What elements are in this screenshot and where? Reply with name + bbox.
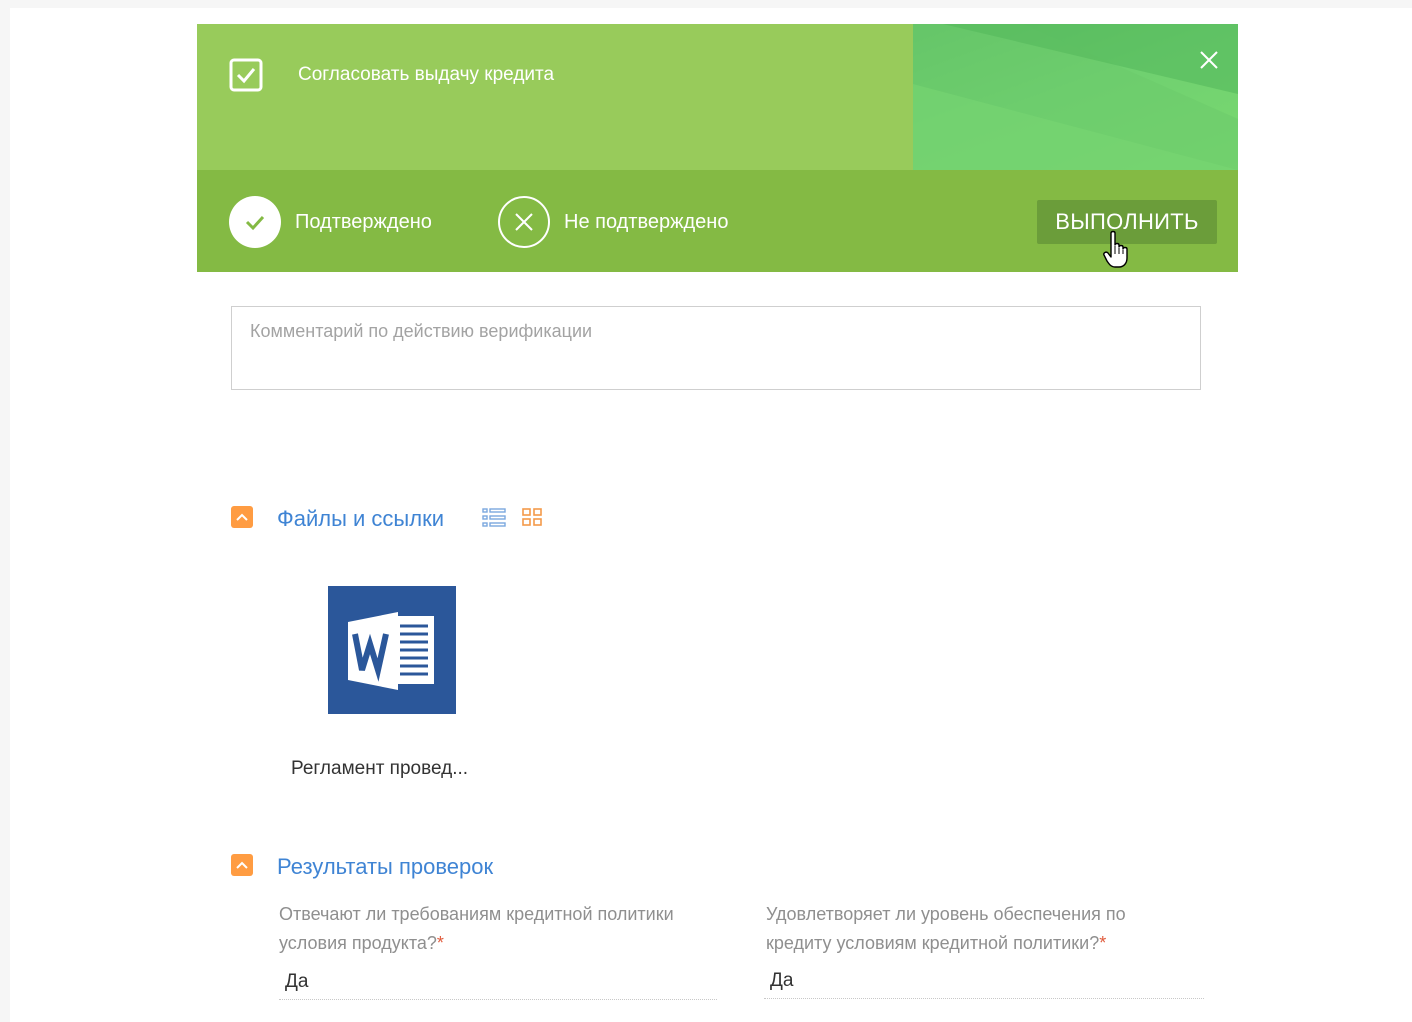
checkbox-checked-icon (229, 58, 263, 92)
confirmed-check-icon (229, 196, 281, 248)
list-view-icon[interactable] (482, 507, 508, 529)
tile-view-icon[interactable] (522, 507, 548, 529)
close-icon (1200, 51, 1218, 69)
collateral-level-field-value[interactable]: Да (764, 967, 1204, 999)
collateral-level-field-label: Удовлетворяет ли уровень обеспечения по … (766, 900, 1196, 958)
action-bar: Подтверждено Не подтверждено ВЫПОЛНИТЬ (197, 170, 1238, 272)
task-dialog: Согласовать выдачу кредита Подтверждено (197, 24, 1238, 1022)
credit-policy-product-field-label: Отвечают ли требованиям кредитной полити… (279, 900, 699, 958)
credit-policy-product-field-value[interactable]: Да (279, 968, 717, 1000)
confirmed-label: Подтверждено (295, 210, 432, 233)
files-section-title[interactable]: Файлы и ссылки (277, 506, 444, 532)
results-section-collapse-toggle[interactable] (231, 854, 253, 876)
field-label-text: Отвечают ли требованиям кредитной полити… (279, 904, 674, 953)
word-document-icon[interactable] (328, 586, 456, 714)
header-decoration (913, 24, 1238, 170)
not-confirmed-label: Не подтверждено (564, 210, 729, 233)
confirmed-option[interactable]: Подтверждено (229, 196, 432, 248)
verification-comment-input[interactable] (231, 306, 1201, 390)
not-confirmed-x-icon (498, 196, 550, 248)
files-section-collapse-toggle[interactable] (231, 506, 253, 528)
dialog-title: Согласовать выдачу кредита (298, 64, 555, 85)
dialog-header: Согласовать выдачу кредита (197, 24, 1238, 170)
required-mark: * (436, 933, 444, 953)
chevron-up-icon (236, 861, 248, 869)
required-mark: * (1099, 933, 1107, 953)
field-label-text: Удовлетворяет ли уровень обеспечения по … (766, 904, 1126, 953)
chevron-up-icon (236, 513, 248, 521)
close-button[interactable] (1197, 48, 1221, 72)
not-confirmed-option[interactable]: Не подтверждено (498, 196, 728, 248)
file-name[interactable]: Регламент провед... (291, 758, 468, 780)
results-section-title[interactable]: Результаты проверок (277, 854, 493, 880)
hand-cursor-icon (1102, 230, 1132, 270)
